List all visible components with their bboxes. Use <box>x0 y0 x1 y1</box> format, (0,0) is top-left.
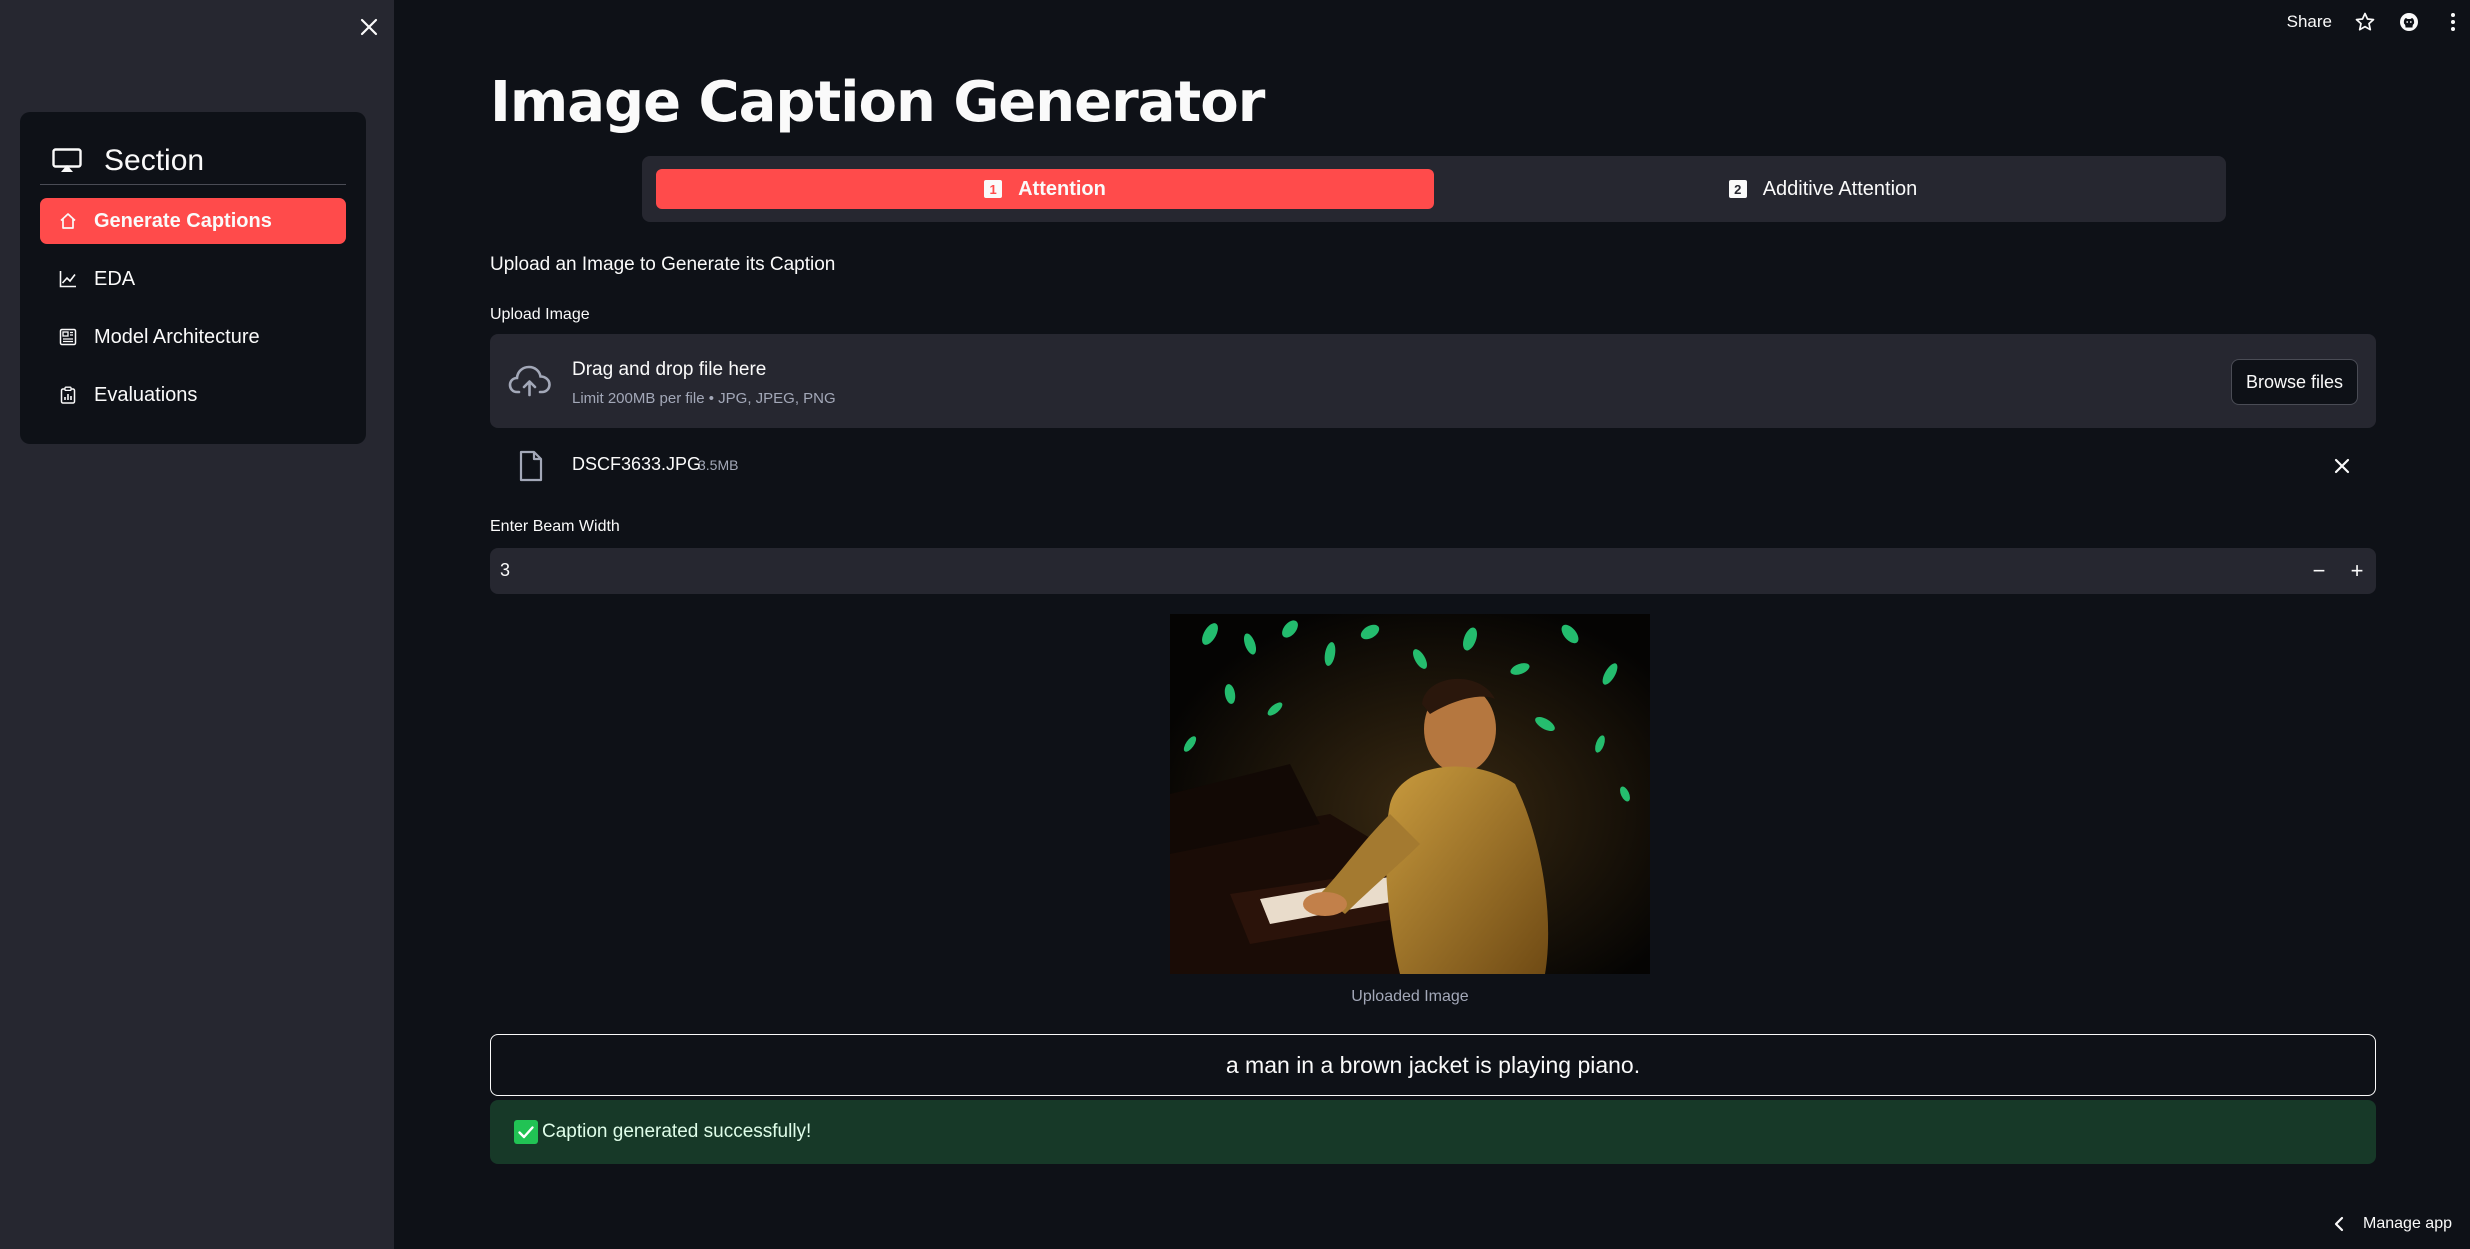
sidebar-item-generate-captions[interactable]: Generate Captions <box>40 198 346 244</box>
file-dropzone[interactable]: Drag and drop file here Limit 200MB per … <box>490 334 2376 428</box>
sidebar-item-model-architecture[interactable]: Model Architecture <box>40 314 346 360</box>
file-name: DSCF3633.JPG <box>572 454 702 474</box>
cloud-upload-icon <box>508 365 551 397</box>
tab-bar: 1 Attention 2 Additive Attention <box>642 156 2226 222</box>
house-icon <box>58 211 78 231</box>
motherboard-icon <box>58 327 78 347</box>
star-icon[interactable] <box>2354 11 2376 33</box>
manage-app-button[interactable]: Manage app <box>2329 1209 2452 1239</box>
browse-files-button[interactable]: Browse files <box>2230 359 2358 405</box>
increment-button[interactable]: + <box>2342 556 2372 586</box>
beam-width-value[interactable]: 3 <box>500 560 510 581</box>
display-icon <box>52 147 84 175</box>
manage-app-label: Manage app <box>2363 1215 2452 1232</box>
sidebar-item-label: Generate Captions <box>94 209 272 232</box>
menu-header: Section <box>52 136 346 186</box>
tab-additive-attention[interactable]: 2 Additive Attention <box>1434 169 2212 209</box>
check-icon <box>514 1120 538 1144</box>
decrement-button[interactable]: − <box>2304 556 2334 586</box>
file-size: 3.5MB <box>698 457 739 473</box>
sidebar-item-label: Evaluations <box>94 383 198 406</box>
upload-instructions: Upload an Image to Generate its Caption <box>490 254 836 275</box>
success-alert: Caption generated successfully! <box>490 1100 2376 1164</box>
page-title: Image Caption Generator <box>490 70 1265 135</box>
tab-attention[interactable]: 1 Attention <box>656 169 1434 209</box>
close-sidebar-button[interactable] <box>352 10 386 44</box>
tab-label: Additive Attention <box>1762 177 1918 200</box>
dropzone-hint: Limit 200MB per file • JPG, JPEG, PNG <box>572 390 836 407</box>
tab-label: Attention <box>1018 177 1106 200</box>
close-icon <box>360 18 378 36</box>
graph-up-icon <box>58 269 78 289</box>
clipboard-data-icon <box>58 385 78 405</box>
sidebar: Section Generate Captions EDA Model Arch… <box>0 0 394 1249</box>
remove-file-button[interactable] <box>2330 454 2354 478</box>
tab-number-badge: 2 <box>1728 180 1747 198</box>
beam-width-input[interactable]: 3 − + <box>490 548 2376 594</box>
beam-width-label: Enter Beam Width <box>490 518 620 535</box>
chevron-left-icon <box>2329 1214 2349 1234</box>
more-vertical-icon[interactable] <box>2442 11 2464 33</box>
menu-divider <box>40 184 346 185</box>
sidebar-item-label: EDA <box>94 267 136 290</box>
generated-caption: a man in a brown jacket is playing piano… <box>490 1034 2376 1096</box>
sidebar-item-eda[interactable]: EDA <box>40 256 346 302</box>
close-icon <box>2334 458 2350 474</box>
sidebar-item-evaluations[interactable]: Evaluations <box>40 372 346 418</box>
menu-title: Section <box>104 144 205 177</box>
dropzone-title: Drag and drop file here <box>572 359 767 380</box>
github-icon[interactable] <box>2398 11 2420 33</box>
file-icon <box>519 450 543 482</box>
success-message: Caption generated successfully! <box>542 1121 812 1142</box>
tab-number-badge: 1 <box>984 180 1003 198</box>
upload-label: Upload Image <box>490 306 590 323</box>
toolbar: Share <box>2287 0 2470 44</box>
sidebar-item-label: Model Architecture <box>94 325 260 348</box>
option-menu: Section Generate Captions EDA Model Arch… <box>20 112 366 444</box>
uploaded-image <box>1170 614 1650 974</box>
uploaded-file-row: DSCF3633.JPG 3.5MB <box>490 444 2376 488</box>
image-caption: Uploaded Image <box>1351 988 1469 1005</box>
share-button[interactable]: Share <box>2287 12 2332 32</box>
